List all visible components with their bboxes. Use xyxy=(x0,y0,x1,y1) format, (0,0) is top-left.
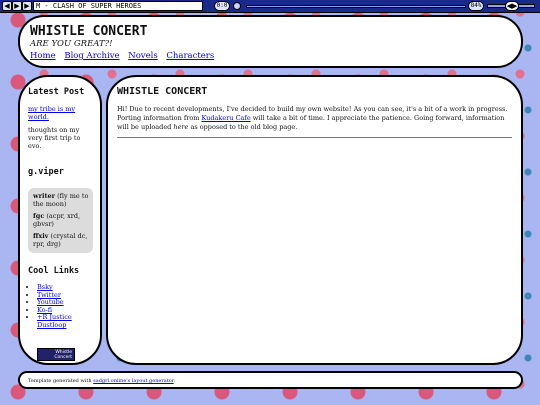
gviper-item: fgc (acpr, xrd, gbvsr) xyxy=(33,212,89,228)
latest-post-description: thoughts on my very first trip to evo. xyxy=(28,126,81,150)
layout-generator-link[interactable]: sadgrl.online's layout generator xyxy=(93,378,173,384)
latest-post-heading: Latest Post xyxy=(28,87,85,97)
latest-post-link[interactable]: my tribe is my world. xyxy=(28,105,93,121)
site-footer: Template generated with sadgrl.online's … xyxy=(18,371,523,389)
main-title: WHISTLE CONCERT xyxy=(117,86,208,97)
nav-blog-archive-link[interactable]: Blog Archive xyxy=(64,51,119,61)
cool-links-heading: Cool Links xyxy=(28,266,80,276)
track-title: M - CLASH OF SUPER HEROES xyxy=(33,1,203,11)
paragraph-emphasis: here xyxy=(173,123,189,131)
main-content: WHISTLE CONCERT Hi! Due to recent develo… xyxy=(106,75,523,365)
track-time: 0:0 xyxy=(214,1,230,11)
gviper-heading: g.viper xyxy=(28,167,64,177)
paragraph-text: as opposed to the old blog page. xyxy=(188,123,298,131)
cool-links-list: Bsky Twitter Youtube Ko-fi +R Justice Du… xyxy=(28,283,93,330)
gviper-item: writer (fly me to the moon) xyxy=(33,192,89,208)
nav-characters-link[interactable]: Characters xyxy=(166,51,214,61)
kudakeru-cafe-link[interactable]: Kudakeru Cafe xyxy=(201,114,250,122)
site-title: WHISTLE CONCERT xyxy=(30,24,148,39)
main-nav: Home Blog Archive Novels Characters xyxy=(30,51,511,62)
site-header: WHISTLE CONCERT ARE YOU GREAT?! Home Blo… xyxy=(18,15,523,68)
next-track-button[interactable]: ▶ xyxy=(22,1,32,11)
seek-handle[interactable] xyxy=(233,2,241,10)
gviper-item: ffxiv (crystal dc, rpr, drg) xyxy=(33,232,89,248)
nav-novels-link[interactable]: Novels xyxy=(128,51,157,61)
site-tagline: ARE YOU GREAT?! xyxy=(30,39,113,49)
volume-readout: 84% xyxy=(468,1,484,11)
music-player-bar: ◀ ▶ ▶ M - CLASH OF SUPER HEROES 0:0 84% … xyxy=(0,0,540,13)
main-paragraph: Hi! Due to recent developments, I've dec… xyxy=(117,105,512,132)
prev-track-button[interactable]: ◀ xyxy=(2,1,12,11)
seek-bar[interactable] xyxy=(246,5,466,8)
sidebar: Latest Post my tribe is my world. though… xyxy=(18,75,102,365)
dustloop-link[interactable]: +R Justice Dustloop xyxy=(37,313,72,329)
list-item: +R Justice Dustloop xyxy=(37,314,93,329)
divider xyxy=(117,137,512,138)
volume-handle[interactable]: ◀▶ xyxy=(505,1,519,11)
site-button-badge[interactable]: Whistle Concert xyxy=(37,347,75,361)
footer-text: . xyxy=(173,378,176,384)
gviper-card: writer (fly me to the moon) fgc (acpr, x… xyxy=(28,188,93,253)
nav-home-link[interactable]: Home xyxy=(30,51,56,61)
play-button[interactable]: ▶ xyxy=(12,1,22,11)
footer-text: Template generated with xyxy=(28,378,94,384)
